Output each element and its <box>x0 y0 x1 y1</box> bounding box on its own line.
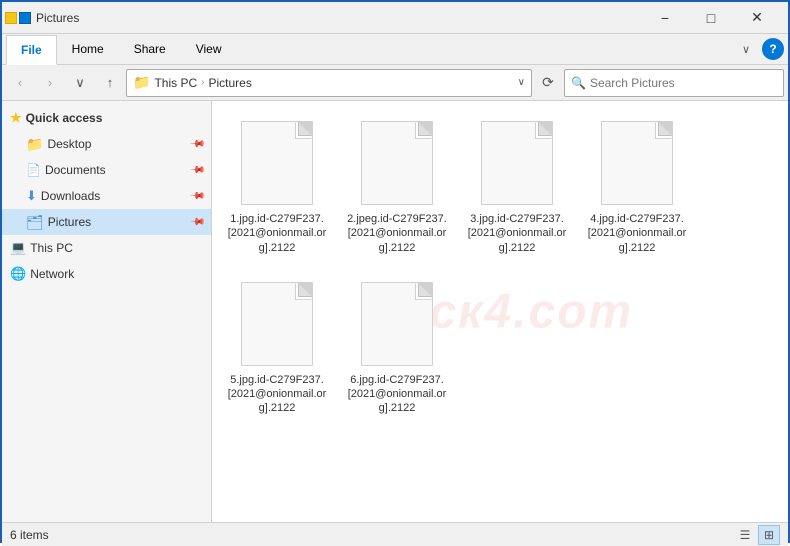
file-icon <box>237 118 317 208</box>
file-name: 2.jpeg.id-C279F237.[2021@onionmail.org].… <box>347 212 447 255</box>
sidebar-item-pictures[interactable]: 🗂 Pictures 📌 <box>2 209 211 235</box>
address-dropdown-button[interactable]: ∨ <box>518 77 525 88</box>
file-icon <box>357 279 437 369</box>
sidebar-label-quick-access: Quick access <box>26 111 203 125</box>
file-name: 3.jpg.id-C279F237.[2021@onionmail.org].2… <box>467 212 567 255</box>
pin-icon-documents: 📌 <box>188 162 205 179</box>
address-folder-icon: 📁 <box>133 74 150 91</box>
list-item[interactable]: 1.jpg.id-C279F237.[2021@onionmail.org].2… <box>222 111 332 262</box>
grid-view-button[interactable]: ⊞ <box>758 525 780 545</box>
file-icon <box>477 118 557 208</box>
sidebar-item-quick-access[interactable]: ★ Quick access <box>2 105 211 131</box>
address-pictures[interactable]: Pictures <box>208 76 251 90</box>
ribbon-right: ∨ ? <box>734 37 784 61</box>
ribbon-collapse-button[interactable]: ∨ <box>734 37 758 61</box>
search-bar[interactable]: 🔍 <box>564 69 784 97</box>
file-grid: риск4.com 1.jpg.id-C279F237.[2021@onionm… <box>212 101 788 522</box>
tab-share[interactable]: Share <box>119 34 181 64</box>
tab-file[interactable]: File <box>6 35 57 65</box>
file-name: 6.jpg.id-C279F237.[2021@onionmail.org].2… <box>347 373 447 416</box>
list-item[interactable]: 6.jpg.id-C279F237.[2021@onionmail.org].2… <box>342 272 452 423</box>
view-toggle: ☰ ⊞ <box>734 525 780 545</box>
up-button[interactable]: ↑ <box>96 69 124 97</box>
tab-view[interactable]: View <box>181 34 237 64</box>
recent-locations-button[interactable]: ∨ <box>66 69 94 97</box>
list-item[interactable]: 3.jpg.id-C279F237.[2021@onionmail.org].2… <box>462 111 572 262</box>
address-bar[interactable]: 📁 This PC › Pictures ∨ <box>126 69 532 97</box>
file-corner <box>418 283 432 297</box>
sidebar-item-this-pc[interactable]: 💻 This PC <box>2 235 211 261</box>
sidebar-label-pictures: Pictures <box>48 215 187 229</box>
maximize-button[interactable]: □ <box>688 2 734 34</box>
item-count: 6 items <box>10 528 49 542</box>
forward-button[interactable]: › <box>36 69 64 97</box>
pc-icon: 💻 <box>10 240 26 256</box>
file-corner <box>538 122 552 136</box>
sidebar-label-this-pc: This PC <box>30 241 203 255</box>
window-title: Pictures <box>36 11 79 25</box>
sidebar-item-downloads[interactable]: ⬇ Downloads 📌 <box>2 183 211 209</box>
sidebar-label-network: Network <box>30 267 203 281</box>
sidebar-label-documents: Documents <box>45 163 187 177</box>
sidebar-label-desktop: Desktop <box>47 137 186 151</box>
file-page <box>361 121 433 205</box>
list-item[interactable]: 2.jpeg.id-C279F237.[2021@onionmail.org].… <box>342 111 452 262</box>
pin-icon-pictures: 📌 <box>188 214 205 231</box>
search-input[interactable] <box>590 76 777 90</box>
pin-icon-downloads: 📌 <box>188 188 205 205</box>
docs-icon: 📄 <box>26 163 41 177</box>
file-name: 5.jpg.id-C279F237.[2021@onionmail.org].2… <box>227 373 327 416</box>
toolbar-dot-yellow <box>5 12 17 24</box>
navigation-bar: ‹ › ∨ ↑ 📁 This PC › Pictures ∨ ⟳ 🔍 <box>2 65 788 101</box>
back-button[interactable]: ‹ <box>6 69 34 97</box>
file-corner <box>298 122 312 136</box>
title-bar-left: Pictures <box>10 10 79 26</box>
star-icon: ★ <box>10 110 22 126</box>
status-bar: 6 items ☰ ⊞ <box>2 522 788 546</box>
file-page <box>601 121 673 205</box>
ribbon-tabs: File Home Share View ∨ ? <box>2 34 788 64</box>
downloads-icon: ⬇ <box>26 188 37 204</box>
file-corner <box>418 122 432 136</box>
file-page <box>481 121 553 205</box>
file-corner <box>658 122 672 136</box>
close-button[interactable]: ✕ <box>734 2 780 34</box>
file-name: 4.jpg.id-C279F237.[2021@onionmail.org].2… <box>587 212 687 255</box>
file-name: 1.jpg.id-C279F237.[2021@onionmail.org].2… <box>227 212 327 255</box>
sidebar-item-network[interactable]: 🌐 Network <box>2 261 211 287</box>
file-icon <box>237 279 317 369</box>
minimize-button[interactable]: − <box>642 2 688 34</box>
help-button[interactable]: ? <box>762 38 784 60</box>
file-icon <box>357 118 437 208</box>
toolbar-dot-blue <box>19 12 31 24</box>
address-this-pc[interactable]: This PC <box>154 76 197 90</box>
folder-icon-pictures: 🗂 <box>26 214 44 231</box>
network-icon: 🌐 <box>10 266 26 282</box>
list-view-button[interactable]: ☰ <box>734 525 756 545</box>
folder-icon-desktop: 📁 <box>26 136 43 153</box>
address-sep1: › <box>201 77 204 88</box>
tab-home[interactable]: Home <box>57 34 119 64</box>
title-bar: Pictures − □ ✕ <box>2 2 788 34</box>
search-icon: 🔍 <box>571 76 586 90</box>
list-item[interactable]: 4.jpg.id-C279F237.[2021@onionmail.org].2… <box>582 111 692 262</box>
file-icon <box>597 118 677 208</box>
list-item[interactable]: 5.jpg.id-C279F237.[2021@onionmail.org].2… <box>222 272 332 423</box>
folder-icon <box>10 10 26 26</box>
pin-icon-desktop: 📌 <box>188 136 205 153</box>
sidebar-item-desktop[interactable]: 📁 Desktop 📌 <box>2 131 211 157</box>
refresh-button[interactable]: ⟳ <box>534 69 562 97</box>
file-page <box>241 121 313 205</box>
sidebar: ★ Quick access 📁 Desktop 📌 📄 Documents 📌… <box>2 101 212 522</box>
file-page <box>241 282 313 366</box>
sidebar-label-downloads: Downloads <box>41 189 187 203</box>
file-corner <box>298 283 312 297</box>
main-content: ★ Quick access 📁 Desktop 📌 📄 Documents 📌… <box>2 101 788 522</box>
sidebar-item-documents[interactable]: 📄 Documents 📌 <box>2 157 211 183</box>
file-page <box>361 282 433 366</box>
ribbon: File Home Share View ∨ ? <box>2 34 788 65</box>
window-controls: − □ ✕ <box>642 2 780 34</box>
